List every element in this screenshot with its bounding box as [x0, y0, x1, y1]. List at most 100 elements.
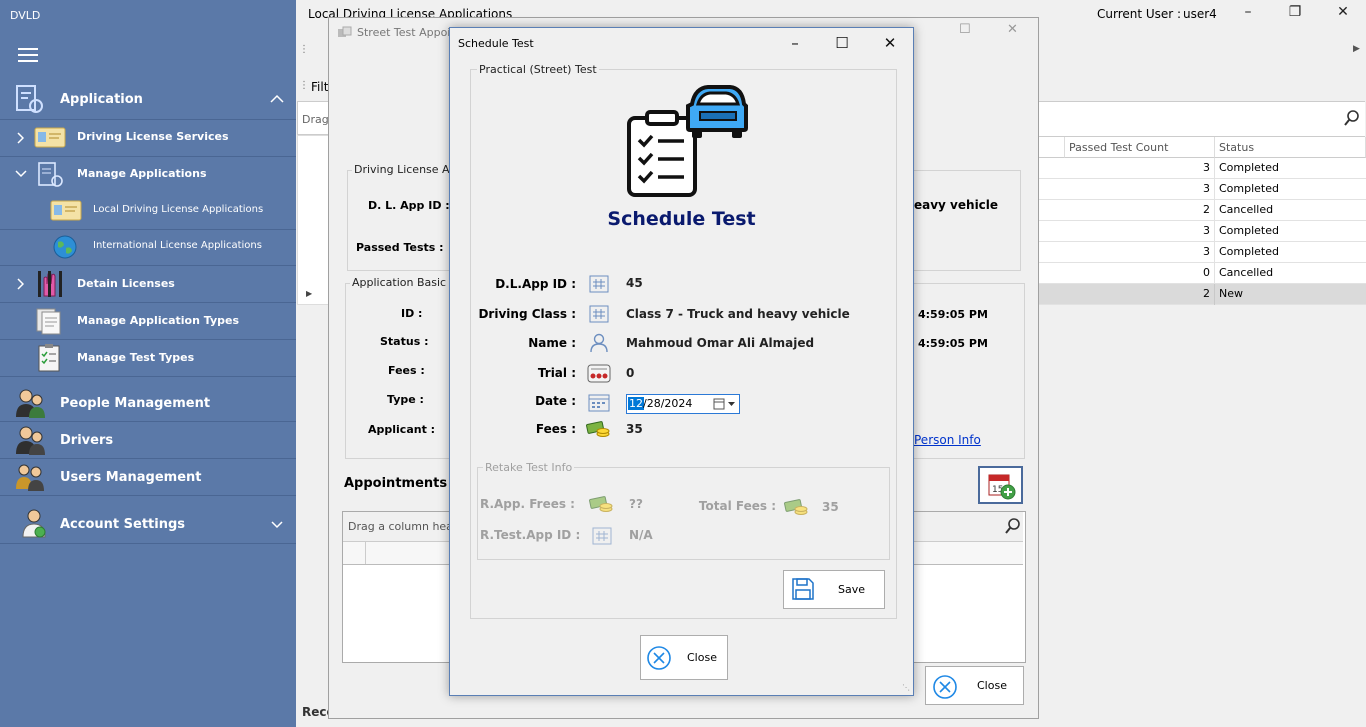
resize-grip-icon[interactable]: ⋱: [902, 683, 910, 692]
sidebar-item-label: People Management: [60, 396, 211, 411]
sidebar-item-local-driving-license-applications[interactable]: Local Driving License Applications: [0, 193, 296, 230]
cell-passed-test-count: 0: [1036, 263, 1215, 284]
name-value: Mahmoud Omar Ali Almajed: [626, 336, 815, 350]
table-row[interactable]: 0 Cancelled: [1036, 263, 1366, 284]
filter-label: Filt: [311, 80, 329, 94]
close-button[interactable]: Close: [925, 666, 1024, 705]
checklist-icon: [38, 344, 60, 372]
grid-divider: [365, 542, 366, 564]
hamburger-menu-icon[interactable]: [18, 48, 38, 62]
sidebar-item-application[interactable]: Application: [0, 78, 296, 120]
window-icon: [338, 26, 352, 37]
date-picker-input[interactable]: 12 /28/2024: [626, 394, 740, 414]
close-dialog-button[interactable]: ✕: [875, 32, 905, 54]
sidebar-item-international-license-applications[interactable]: International License Applications: [0, 229, 296, 266]
name-label: Name :: [528, 336, 576, 350]
calendar-dropdown-icon[interactable]: [713, 398, 737, 411]
sidebar: DVLD Application Driving License Service…: [0, 0, 296, 727]
cell-status: New: [1219, 287, 1243, 300]
table-row[interactable]: 3 Completed: [1036, 242, 1366, 263]
sidebar-item-label: Users Management: [60, 470, 202, 485]
search-icon[interactable]: [1344, 110, 1360, 126]
grid-group-panel: [1036, 101, 1365, 137]
table-row[interactable]: 3 Completed: [1036, 221, 1366, 242]
date-month-segment[interactable]: 12: [628, 397, 644, 410]
table-row[interactable]: 3 Completed: [1036, 158, 1366, 179]
table-row[interactable]: 3 Completed: [1036, 179, 1366, 200]
license-class-value: eavy vehicle: [914, 198, 999, 212]
person-info-link[interactable]: Person Info: [914, 433, 981, 447]
id-label: ID :: [401, 307, 423, 320]
current-user-name: user4: [1183, 7, 1217, 21]
applications-grid[interactable]: Passed Test Count Status 3 Completed 3 C…: [1036, 101, 1366, 305]
sidebar-item-detain-licenses[interactable]: Detain Licenses: [0, 265, 296, 303]
save-button[interactable]: Save: [783, 570, 885, 609]
close-window-button[interactable]: ✕: [1331, 4, 1355, 26]
column-header-passed-test-count[interactable]: Passed Test Count: [1065, 137, 1215, 158]
date-label: Date :: [535, 394, 576, 408]
fees-label: Fees :: [388, 364, 425, 377]
license-card-icon: [50, 200, 82, 221]
total-fees-value: 35: [822, 500, 839, 514]
sidebar-item-label: Drivers: [60, 433, 114, 448]
application-date: 4:59:05 PM: [918, 308, 988, 321]
close-button-label: Close: [977, 679, 1007, 692]
sidebar-item-account-settings[interactable]: Account Settings: [0, 503, 296, 544]
search-icon[interactable]: [1005, 518, 1021, 534]
applicant-label: Applicant :: [368, 423, 436, 436]
sidebar-item-driving-license-services[interactable]: Driving License Services: [0, 119, 296, 157]
sidebar-item-label: Driving License Services: [77, 130, 229, 143]
cell-status: Completed: [1219, 161, 1279, 174]
rapp-fees-label: R.App. Frees :: [480, 497, 575, 511]
sidebar-item-label: Detain Licenses: [77, 277, 175, 290]
grid-left-edge: [297, 135, 329, 305]
table-row-selected[interactable]: 2 New: [1036, 284, 1366, 305]
hash-icon: [589, 275, 609, 293]
chevron-down-icon[interactable]: [271, 521, 283, 529]
globe-icon: [53, 235, 77, 259]
trial-dashboard-icon: [587, 364, 611, 383]
table-row[interactable]: 2 Cancelled: [1036, 200, 1366, 221]
appointments-label: Appointments: [344, 476, 448, 491]
app-title: DVLD: [10, 9, 41, 22]
cell-status: Completed: [1219, 182, 1279, 195]
minimize-button[interactable]: –: [780, 32, 810, 54]
cell-status: Cancelled: [1219, 203, 1274, 216]
sidebar-item-manage-applications[interactable]: Manage Applications: [0, 156, 296, 193]
money-icon: [784, 499, 808, 515]
chevron-down-icon[interactable]: [15, 170, 27, 178]
driving-class-label: Driving Class :: [478, 307, 576, 321]
sidebar-item-users-management[interactable]: Users Management: [0, 458, 296, 496]
driving-class-value: Class 7 - Truck and heavy vehicle: [626, 307, 850, 321]
maximize-button[interactable]: ☐: [959, 22, 971, 37]
dl-app-id-value: 45: [626, 276, 643, 290]
money-icon: [589, 496, 613, 512]
dl-app-id-label: D. L. App ID :: [368, 199, 450, 212]
group-title: Retake Test Info: [483, 461, 575, 474]
chevron-right-icon[interactable]: [16, 278, 24, 290]
dl-app-id-label: D.L.App ID :: [495, 277, 576, 291]
add-appointment-button[interactable]: 15: [978, 466, 1023, 504]
column-header-partial: [1036, 137, 1065, 158]
close-window-button[interactable]: ✕: [1007, 22, 1018, 37]
dialog-title: Schedule Test: [458, 37, 534, 50]
sidebar-item-manage-application-types[interactable]: Manage Application Types: [0, 302, 296, 340]
chevron-up-icon[interactable]: [270, 94, 284, 104]
fees-value: 35: [626, 422, 643, 436]
minimize-button[interactable]: –: [1236, 4, 1260, 26]
window-title: Street Test Appoin: [357, 26, 458, 39]
sidebar-item-label: Local Driving License Applications: [93, 204, 264, 215]
sidebar-item-people-management[interactable]: People Management: [0, 384, 296, 422]
maximize-button[interactable]: ☐: [827, 32, 857, 54]
passed-tests-label: Passed Tests :: [356, 241, 444, 254]
cell-passed-test-count: 3: [1036, 179, 1215, 200]
scroll-arrow-icon[interactable]: ▶: [1353, 44, 1360, 54]
close-button[interactable]: Close: [640, 635, 728, 680]
column-header-status[interactable]: Status: [1215, 137, 1366, 158]
chevron-right-icon[interactable]: [16, 132, 24, 144]
cell-passed-test-count: 2: [1036, 200, 1215, 221]
sidebar-item-drivers[interactable]: Drivers: [0, 421, 296, 459]
sidebar-item-manage-test-types[interactable]: Manage Test Types: [0, 339, 296, 377]
rtest-app-id-value: N/A: [629, 528, 653, 542]
restore-button[interactable]: ❐: [1283, 4, 1307, 26]
